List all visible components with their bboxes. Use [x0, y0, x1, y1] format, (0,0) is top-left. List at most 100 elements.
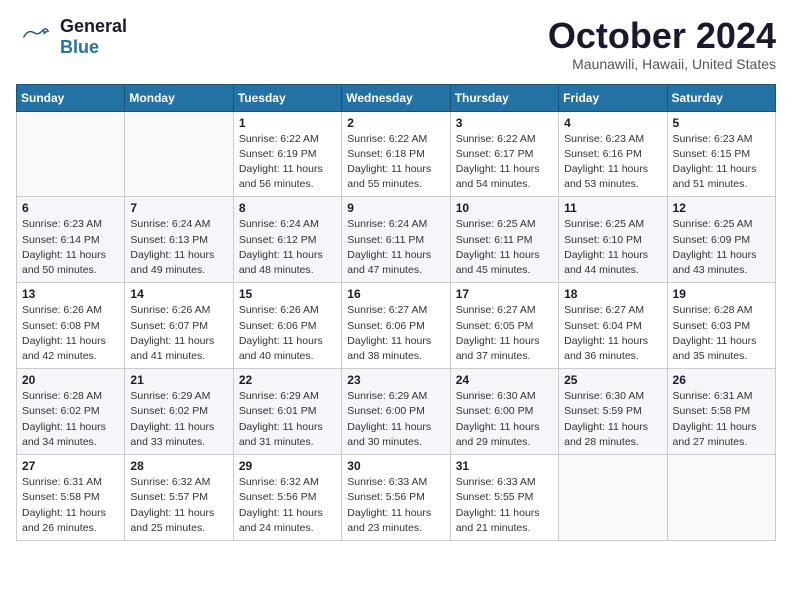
calendar-cell — [125, 111, 233, 197]
day-info: Sunrise: 6:23 AM Sunset: 6:14 PM Dayligh… — [22, 217, 119, 278]
day-info: Sunrise: 6:29 AM Sunset: 6:01 PM Dayligh… — [239, 389, 336, 450]
calendar-subtitle: Maunawili, Hawaii, United States — [548, 56, 776, 72]
weekday-header-row: SundayMondayTuesdayWednesdayThursdayFrid… — [17, 84, 776, 111]
day-number: 4 — [564, 116, 661, 130]
day-info: Sunrise: 6:32 AM Sunset: 5:56 PM Dayligh… — [239, 475, 336, 536]
calendar-cell — [17, 111, 125, 197]
logo: General Blue — [16, 16, 127, 58]
day-number: 19 — [673, 287, 770, 301]
day-number: 1 — [239, 116, 336, 130]
day-number: 13 — [22, 287, 119, 301]
day-info: Sunrise: 6:25 AM Sunset: 6:09 PM Dayligh… — [673, 217, 770, 278]
calendar-cell: 8 Sunrise: 6:24 AM Sunset: 6:12 PM Daylig… — [233, 197, 341, 283]
logo-text-block: General Blue — [60, 16, 127, 58]
day-info: Sunrise: 6:26 AM Sunset: 6:08 PM Dayligh… — [22, 303, 119, 364]
day-info: Sunrise: 6:29 AM Sunset: 6:02 PM Dayligh… — [130, 389, 227, 450]
calendar-cell: 11Sunrise: 6:25 AM Sunset: 6:10 PM Dayli… — [559, 197, 667, 283]
title-block: October 2024 Maunawili, Hawaii, United S… — [548, 16, 776, 72]
weekday-header-sunday: Sunday — [17, 84, 125, 111]
weekday-header-monday: Monday — [125, 84, 233, 111]
calendar-cell: 7 Sunrise: 6:24 AM Sunset: 6:13 PM Daylig… — [125, 197, 233, 283]
logo-general: General — [60, 16, 127, 37]
calendar-cell: 1 Sunrise: 6:22 AM Sunset: 6:19 PM Daylig… — [233, 111, 341, 197]
calendar-cell: 31 Sunrise: 6:33 AM Sunset: 5:55 PM Dayli… — [450, 455, 558, 541]
day-number: 17 — [456, 287, 553, 301]
day-number: 22 — [239, 373, 336, 387]
calendar-cell: 30Sunrise: 6:33 AM Sunset: 5:56 PM Dayli… — [342, 455, 450, 541]
calendar-cell: 6 Sunrise: 6:23 AM Sunset: 6:14 PM Daylig… — [17, 197, 125, 283]
logo-bird-icon — [16, 27, 56, 47]
day-number: 7 — [130, 201, 227, 215]
day-number: 26 — [673, 373, 770, 387]
day-number: 23 — [347, 373, 444, 387]
calendar-week-4: 20Sunrise: 6:28 AM Sunset: 6:02 PM Dayli… — [17, 369, 776, 455]
day-number: 24 — [456, 373, 553, 387]
calendar-cell: 13 Sunrise: 6:26 AM Sunset: 6:08 PM Dayli… — [17, 283, 125, 369]
weekday-header-wednesday: Wednesday — [342, 84, 450, 111]
day-info: Sunrise: 6:22 AM Sunset: 6:19 PM Dayligh… — [239, 132, 336, 193]
calendar-cell: 2Sunrise: 6:22 AM Sunset: 6:18 PM Daylig… — [342, 111, 450, 197]
day-number: 18 — [564, 287, 661, 301]
day-info: Sunrise: 6:23 AM Sunset: 6:15 PM Dayligh… — [673, 132, 770, 193]
calendar-body: 1 Sunrise: 6:22 AM Sunset: 6:19 PM Daylig… — [17, 111, 776, 540]
calendar-cell: 27 Sunrise: 6:31 AM Sunset: 5:58 PM Dayli… — [17, 455, 125, 541]
calendar-cell: 18 Sunrise: 6:27 AM Sunset: 6:04 PM Dayli… — [559, 283, 667, 369]
day-info: Sunrise: 6:25 AM Sunset: 6:11 PM Dayligh… — [456, 217, 553, 278]
day-number: 14 — [130, 287, 227, 301]
calendar-cell: 3 Sunrise: 6:22 AM Sunset: 6:17 PM Daylig… — [450, 111, 558, 197]
day-info: Sunrise: 6:27 AM Sunset: 6:06 PM Dayligh… — [347, 303, 444, 364]
day-info: Sunrise: 6:31 AM Sunset: 5:58 PM Dayligh… — [22, 475, 119, 536]
day-info: Sunrise: 6:28 AM Sunset: 6:02 PM Dayligh… — [22, 389, 119, 450]
logo-blue: Blue — [60, 37, 99, 58]
weekday-header-thursday: Thursday — [450, 84, 558, 111]
calendar-cell: 15 Sunrise: 6:26 AM Sunset: 6:06 PM Dayli… — [233, 283, 341, 369]
day-number: 6 — [22, 201, 119, 215]
calendar-cell: 10Sunrise: 6:25 AM Sunset: 6:11 PM Dayli… — [450, 197, 558, 283]
day-info: Sunrise: 6:28 AM Sunset: 6:03 PM Dayligh… — [673, 303, 770, 364]
day-number: 27 — [22, 459, 119, 473]
calendar-table: SundayMondayTuesdayWednesdayThursdayFrid… — [16, 84, 776, 541]
day-number: 12 — [673, 201, 770, 215]
day-info: Sunrise: 6:24 AM Sunset: 6:11 PM Dayligh… — [347, 217, 444, 278]
day-info: Sunrise: 6:24 AM Sunset: 6:12 PM Dayligh… — [239, 217, 336, 278]
day-info: Sunrise: 6:33 AM Sunset: 5:55 PM Dayligh… — [456, 475, 553, 536]
calendar-cell: 29 Sunrise: 6:32 AM Sunset: 5:56 PM Dayli… — [233, 455, 341, 541]
weekday-header-tuesday: Tuesday — [233, 84, 341, 111]
day-info: Sunrise: 6:30 AM Sunset: 5:59 PM Dayligh… — [564, 389, 661, 450]
calendar-cell: 4Sunrise: 6:23 AM Sunset: 6:16 PM Daylig… — [559, 111, 667, 197]
day-info: Sunrise: 6:27 AM Sunset: 6:05 PM Dayligh… — [456, 303, 553, 364]
calendar-cell: 12 Sunrise: 6:25 AM Sunset: 6:09 PM Dayli… — [667, 197, 775, 283]
day-info: Sunrise: 6:27 AM Sunset: 6:04 PM Dayligh… — [564, 303, 661, 364]
calendar-cell: 14 Sunrise: 6:26 AM Sunset: 6:07 PM Dayli… — [125, 283, 233, 369]
day-info: Sunrise: 6:29 AM Sunset: 6:00 PM Dayligh… — [347, 389, 444, 450]
calendar-week-1: 1 Sunrise: 6:22 AM Sunset: 6:19 PM Daylig… — [17, 111, 776, 197]
day-number: 16 — [347, 287, 444, 301]
calendar-cell: 22 Sunrise: 6:29 AM Sunset: 6:01 PM Dayli… — [233, 369, 341, 455]
day-info: Sunrise: 6:24 AM Sunset: 6:13 PM Dayligh… — [130, 217, 227, 278]
page-header: General Blue October 2024 Maunawili, Haw… — [16, 16, 776, 72]
day-info: Sunrise: 6:26 AM Sunset: 6:06 PM Dayligh… — [239, 303, 336, 364]
day-number: 29 — [239, 459, 336, 473]
calendar-week-5: 27 Sunrise: 6:31 AM Sunset: 5:58 PM Dayli… — [17, 455, 776, 541]
day-info: Sunrise: 6:30 AM Sunset: 6:00 PM Dayligh… — [456, 389, 553, 450]
calendar-cell: 23 Sunrise: 6:29 AM Sunset: 6:00 PM Dayli… — [342, 369, 450, 455]
day-number: 3 — [456, 116, 553, 130]
calendar-cell: 9Sunrise: 6:24 AM Sunset: 6:11 PM Daylig… — [342, 197, 450, 283]
calendar-cell: 20Sunrise: 6:28 AM Sunset: 6:02 PM Dayli… — [17, 369, 125, 455]
day-number: 8 — [239, 201, 336, 215]
day-number: 5 — [673, 116, 770, 130]
day-number: 15 — [239, 287, 336, 301]
calendar-week-3: 13 Sunrise: 6:26 AM Sunset: 6:08 PM Dayli… — [17, 283, 776, 369]
day-number: 25 — [564, 373, 661, 387]
weekday-header-friday: Friday — [559, 84, 667, 111]
calendar-week-2: 6 Sunrise: 6:23 AM Sunset: 6:14 PM Daylig… — [17, 197, 776, 283]
calendar-cell: 17 Sunrise: 6:27 AM Sunset: 6:05 PM Dayli… — [450, 283, 558, 369]
day-info: Sunrise: 6:31 AM Sunset: 5:58 PM Dayligh… — [673, 389, 770, 450]
weekday-header-saturday: Saturday — [667, 84, 775, 111]
day-info: Sunrise: 6:26 AM Sunset: 6:07 PM Dayligh… — [130, 303, 227, 364]
day-info: Sunrise: 6:32 AM Sunset: 5:57 PM Dayligh… — [130, 475, 227, 536]
day-info: Sunrise: 6:22 AM Sunset: 6:17 PM Dayligh… — [456, 132, 553, 193]
calendar-header: SundayMondayTuesdayWednesdayThursdayFrid… — [17, 84, 776, 111]
day-number: 31 — [456, 459, 553, 473]
day-number: 30 — [347, 459, 444, 473]
